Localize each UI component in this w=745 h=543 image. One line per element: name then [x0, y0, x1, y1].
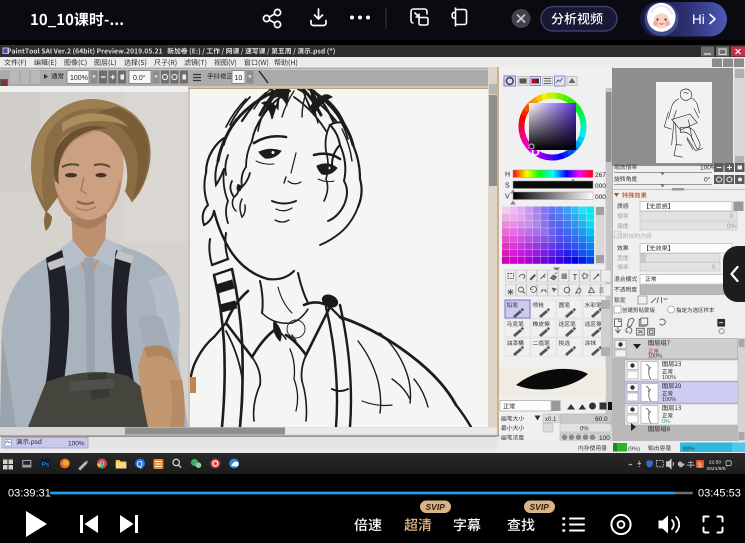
svg-text:x0.1: x0.1 — [545, 417, 557, 423]
svg-text:100%: 100% — [70, 75, 88, 82]
svg-text:0%: 0% — [662, 419, 670, 425]
svg-text:100%: 100% — [662, 397, 676, 403]
svg-text:2021/9/6: 2021/9/6 — [706, 466, 726, 472]
svg-text:03:45:53: 03:45:53 — [698, 488, 741, 500]
svg-text:03:39:31: 03:39:31 — [8, 488, 51, 500]
svg-text:T: T — [573, 273, 578, 282]
svg-text:0%: 0% — [727, 224, 736, 230]
svg-text:10: 10 — [235, 75, 243, 82]
svg-text:S: S — [698, 462, 702, 469]
svg-text:0.0°: 0.0° — [133, 74, 146, 82]
svg-text:60.0: 60.0 — [595, 416, 608, 423]
svg-text:0°: 0° — [704, 176, 711, 184]
svg-text:22:50: 22:50 — [709, 460, 722, 466]
svg-text:V: V — [505, 194, 510, 201]
svg-text:000: 000 — [595, 194, 606, 201]
svg-text:H: H — [505, 172, 510, 179]
svg-text:100%: 100% — [662, 375, 676, 381]
svg-text:100%: 100% — [648, 354, 662, 360]
svg-text:Q: Q — [137, 460, 143, 469]
svg-text:SVIP: SVIP — [426, 502, 446, 512]
svg-text:S: S — [505, 183, 510, 190]
svg-text:Hi: Hi — [692, 12, 705, 27]
svg-text:000: 000 — [595, 183, 606, 190]
svg-text:SVIP: SVIP — [530, 502, 550, 512]
svg-text:(9%): (9%) — [628, 447, 640, 453]
svg-text:0%: 0% — [580, 426, 589, 432]
svg-text:Ps: Ps — [42, 462, 50, 469]
svg-text:88%: 88% — [683, 447, 695, 453]
svg-text:267: 267 — [595, 172, 606, 179]
svg-text:100%: 100% — [68, 441, 85, 448]
